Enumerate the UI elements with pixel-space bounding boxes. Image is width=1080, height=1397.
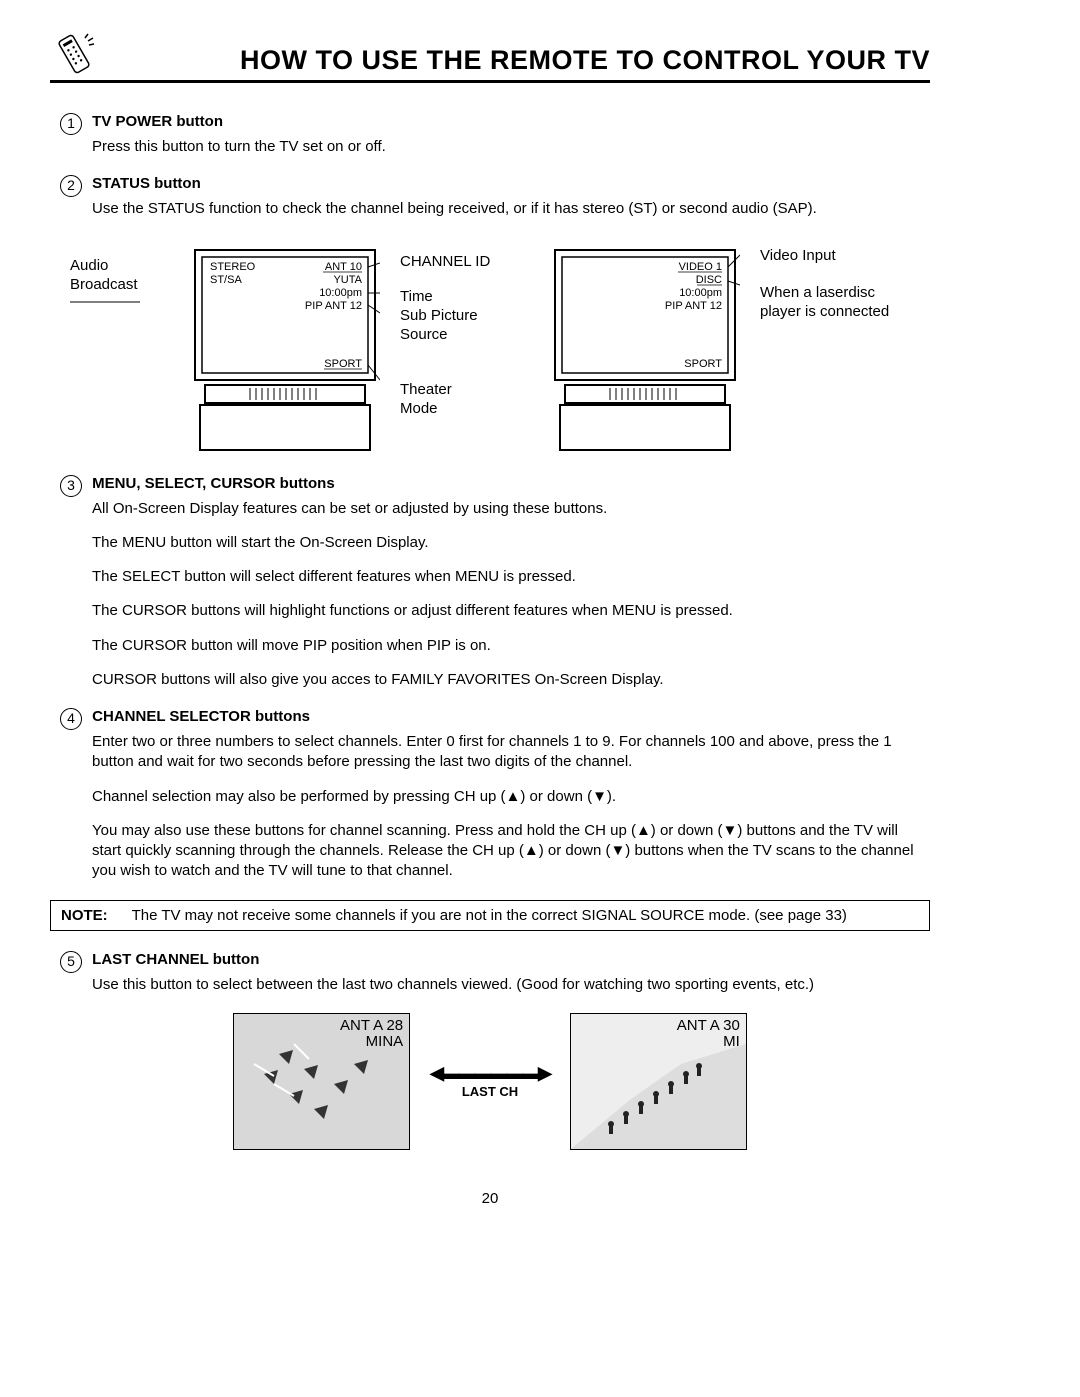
thumb-right: ANT A 30 MI [570, 1013, 747, 1150]
section-channel-selector: 4 CHANNEL SELECTOR buttons Enter two or … [60, 708, 930, 882]
label-subpic: Sub Picture [400, 307, 530, 324]
osd-sport2: SPORT [684, 358, 722, 370]
para: The CURSOR button will move PIP position… [92, 636, 930, 656]
label-channelid: CHANNEL ID [400, 253, 530, 270]
para: The SELECT button will select different … [92, 567, 930, 587]
item-title: TV POWER button [92, 113, 223, 130]
step-number-3: 3 [60, 475, 82, 497]
item-title: LAST CHANNEL button [92, 951, 259, 968]
lastch-arrow: ◀▬▬▬▬▬▬▶ LAST CH [430, 1063, 550, 1099]
tv-diagram-1: STEREO ST/SA ANT 10 YUTA 10:00pm PIP ANT… [190, 245, 380, 455]
label-time: Time [400, 288, 530, 305]
osd-time2: 10:00pm [679, 287, 722, 299]
osd-ant: ANT 10 [325, 261, 362, 273]
section-tv-power: 1 TV POWER button Press this button to t… [60, 113, 930, 157]
label-mode: Mode [400, 400, 530, 417]
diagram-labels-left: Audio Broadcast [70, 245, 170, 455]
step-number-2: 2 [60, 175, 82, 197]
thumb-osd: ANT A 28 MINA [340, 1018, 403, 1051]
label-source: Source [400, 326, 530, 343]
osd-line2: MINA [340, 1034, 403, 1051]
section-last-channel: 5 LAST CHANNEL button Use this button to… [60, 951, 930, 995]
osd-pip: PIP ANT 12 [305, 300, 362, 312]
lastch-diagram: ANT A 28 MINA ◀▬▬▬▬▬▬▶ LAST CH ANT A 30 … [50, 1013, 930, 1150]
page-header: HOW TO USE THE REMOTE TO CONTROL YOUR TV [50, 30, 930, 83]
osd-line1: ANT A 28 [340, 1018, 403, 1035]
item-title: STATUS button [92, 175, 201, 192]
status-diagram: Audio Broadcast STEREO ST/SA ANT 1 [70, 245, 930, 455]
item-title: CHANNEL SELECTOR buttons [92, 708, 310, 725]
page-title: HOW TO USE THE REMOTE TO CONTROL YOUR TV [118, 45, 930, 78]
step-number-1: 1 [60, 113, 82, 135]
osd-disc: DISC [696, 274, 722, 286]
double-arrow-icon: ◀▬▬▬▬▬▬▶ [430, 1063, 550, 1084]
label-laserdisc2: player is connected [760, 303, 890, 320]
note-text: The TV may not receive some channels if … [132, 907, 847, 924]
lastch-label: LAST CH [430, 1084, 550, 1099]
note-box: NOTE: The TV may not receive some channe… [50, 900, 930, 931]
osd-line1: ANT A 30 [677, 1018, 740, 1035]
para: The MENU button will start the On-Screen… [92, 533, 930, 553]
remote-icon [50, 30, 98, 78]
osd-sport: SPORT [324, 358, 362, 370]
osd-stereo: STEREO [210, 261, 256, 273]
label-audio: Audio [70, 257, 170, 274]
para: CURSOR buttons will also give you acces … [92, 670, 930, 690]
page-number: 20 [50, 1190, 930, 1207]
step-number-5: 5 [60, 951, 82, 973]
step-number-4: 4 [60, 708, 82, 730]
item-desc: Use the STATUS function to check the cha… [92, 199, 930, 219]
osd-time: 10:00pm [319, 287, 362, 299]
tv-diagram-2: VIDEO 1 DISC 10:00pm PIP ANT 12 SPORT [550, 245, 740, 455]
para: The CURSOR buttons will highlight functi… [92, 601, 930, 621]
osd-pip2: PIP ANT 12 [665, 300, 722, 312]
thumb-osd: ANT A 30 MI [677, 1018, 740, 1051]
section-menu-select-cursor: 3 MENU, SELECT, CURSOR buttons All On-Sc… [60, 475, 930, 691]
osd-line2: MI [677, 1034, 740, 1051]
para: All On-Screen Display features can be se… [92, 499, 930, 519]
osd-video1: VIDEO 1 [679, 261, 722, 273]
para: You may also use these buttons for chann… [92, 821, 930, 882]
section-status: 2 STATUS button Use the STATUS function … [60, 175, 930, 219]
item-title: MENU, SELECT, CURSOR buttons [92, 475, 335, 492]
thumb-left: ANT A 28 MINA [233, 1013, 410, 1150]
note-label: NOTE: [61, 907, 108, 924]
label-laserdisc1: When a laserdisc [760, 284, 890, 301]
diagram-labels-mid: CHANNEL ID Time Sub Picture Source Theat… [400, 245, 530, 455]
label-videoinput: Video Input [760, 247, 890, 264]
osd-yuta: YUTA [333, 274, 362, 286]
item-desc: Use this button to select between the la… [92, 975, 930, 995]
para: Channel selection may also be performed … [92, 787, 930, 807]
label-broadcast: Broadcast [70, 276, 170, 293]
para: Enter two or three numbers to select cha… [92, 732, 930, 773]
osd-stsa: ST/SA [210, 274, 242, 286]
label-theater: Theater [400, 381, 530, 398]
diagram-labels-right: Video Input When a laserdisc player is c… [760, 245, 890, 455]
item-desc: Press this button to turn the TV set on … [92, 137, 930, 157]
pointer-line-icon [70, 296, 140, 308]
